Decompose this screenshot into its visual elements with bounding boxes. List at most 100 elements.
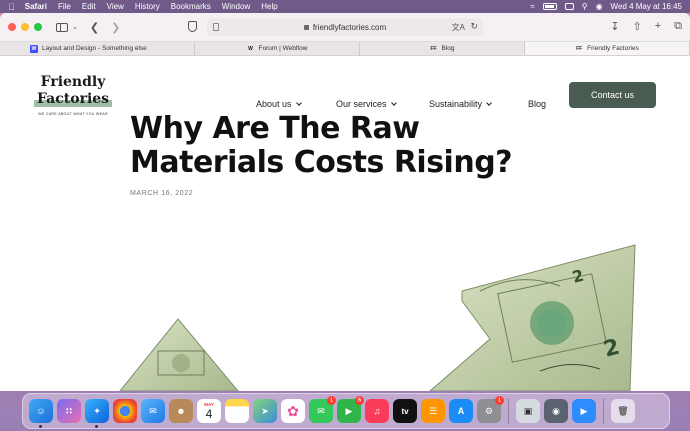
privacy-shield-icon[interactable] bbox=[188, 21, 197, 32]
apple-tv-icon[interactable]: tv bbox=[393, 399, 417, 423]
tab-label: Forum | Webflow bbox=[258, 45, 308, 52]
wifi-icon[interactable]: ≈ bbox=[530, 2, 534, 11]
nav-blog[interactable]: Blog bbox=[528, 99, 546, 109]
apple-icon[interactable]:  bbox=[8, 2, 15, 12]
running-indicator bbox=[39, 425, 42, 428]
contact-us-button[interactable]: Contact us bbox=[569, 82, 656, 108]
nav-label: Our services bbox=[336, 99, 387, 109]
calendar-icon[interactable]: MAY 4 bbox=[197, 399, 221, 423]
control-center-icon[interactable] bbox=[564, 3, 574, 10]
search-icon[interactable]: ⚲ bbox=[582, 2, 588, 11]
tab-friendly-factories[interactable]: FF Friendly Factories bbox=[525, 42, 690, 55]
nav-about-us[interactable]: About us bbox=[256, 99, 302, 109]
running-indicator bbox=[95, 425, 98, 428]
chevron-down-icon bbox=[295, 99, 302, 106]
menu-edit[interactable]: Edit bbox=[82, 2, 96, 11]
close-window-button[interactable] bbox=[8, 23, 16, 31]
minimize-window-button[interactable] bbox=[21, 23, 29, 31]
menu-window[interactable]: Window bbox=[222, 2, 250, 11]
lock-icon bbox=[303, 24, 309, 30]
ff-favicon-icon: FF bbox=[430, 45, 437, 52]
tab-forum-webflow[interactable]: W Forum | Webflow bbox=[195, 42, 360, 55]
trash-icon[interactable]: 🗑 bbox=[611, 399, 635, 423]
maps-icon[interactable]: ➤ bbox=[253, 399, 277, 423]
nav-sustainability[interactable]: Sustainability bbox=[429, 99, 492, 109]
chevron-down-icon bbox=[486, 99, 492, 106]
notification-badge: 1 bbox=[495, 396, 504, 405]
browser-toolbar: ⌄ ❮ ❯ friendlyfactories.com 文A ↻ ↧ ⇧ + ⧉ bbox=[0, 13, 690, 42]
zoom-icon[interactable]: ▶ bbox=[572, 399, 596, 423]
messages-icon[interactable]: ✉ 1 bbox=[309, 396, 336, 423]
menu-app-name[interactable]: Safari bbox=[25, 2, 47, 11]
tab-overview-icon[interactable]: ⧉ bbox=[674, 20, 682, 33]
preview-icon[interactable]: ▣ bbox=[516, 399, 540, 423]
logo-line-2: Factories bbox=[34, 92, 113, 107]
page-menu-icon[interactable] bbox=[213, 23, 219, 31]
back-button[interactable]: ❮ bbox=[90, 21, 99, 34]
forward-button[interactable]: ❯ bbox=[111, 21, 120, 34]
web-page: Friendly Factories WE CARE ABOUT WHAT YO… bbox=[0, 56, 690, 391]
tab-label: Friendly Factories bbox=[587, 45, 639, 52]
calendar-day: 4 bbox=[205, 406, 213, 421]
notification-badge: 1 bbox=[327, 396, 336, 405]
facetime-icon[interactable]: ▶ 6 bbox=[337, 396, 364, 423]
chrome-icon[interactable] bbox=[113, 399, 137, 423]
translate-icon[interactable]: 文A bbox=[452, 22, 465, 33]
system-preferences-icon[interactable]: ⚙ 1 bbox=[477, 396, 504, 423]
music-icon[interactable]: ♫ bbox=[365, 399, 389, 423]
reload-icon[interactable]: ↻ bbox=[470, 21, 478, 32]
url-text[interactable]: friendlyfactories.com bbox=[313, 23, 386, 32]
tab-blog[interactable]: FF Blog bbox=[360, 42, 525, 55]
safari-icon[interactable]: ✦ bbox=[85, 399, 109, 428]
sidebar-toggle-icon[interactable] bbox=[56, 22, 68, 32]
post-title: Why Are The Raw Materials Costs Rising? bbox=[130, 111, 513, 180]
tab-layout-design[interactable]: W Layout and Design - Something else bbox=[0, 42, 195, 55]
siri-icon[interactable]: ◉ bbox=[596, 2, 603, 11]
menu-file[interactable]: File bbox=[58, 2, 71, 11]
menu-clock[interactable]: Wed 4 May at 16:45 bbox=[611, 2, 682, 11]
post-date: MARCH 16, 2022 bbox=[130, 190, 194, 197]
notes-icon[interactable] bbox=[225, 399, 249, 423]
notification-badge: 6 bbox=[355, 396, 364, 405]
books-icon[interactable]: ☰ bbox=[421, 399, 445, 423]
dock-separator bbox=[508, 398, 509, 424]
finder-icon[interactable]: ☺ bbox=[29, 399, 53, 428]
mail-icon[interactable]: ✉ bbox=[141, 399, 165, 423]
ff-favicon-icon: FF bbox=[576, 45, 583, 52]
tab-label: Layout and Design - Something else bbox=[42, 45, 147, 52]
window-controls bbox=[8, 23, 42, 31]
screenshot-icon[interactable]: ◉ bbox=[544, 399, 568, 423]
launchpad-icon[interactable]: ∷ bbox=[57, 399, 81, 423]
menu-help[interactable]: Help bbox=[261, 2, 277, 11]
logo-tagline: WE CARE ABOUT WHAT YOU WEAR bbox=[38, 112, 108, 116]
photos-icon[interactable]: ✿ bbox=[281, 399, 305, 423]
site-logo[interactable]: Friendly Factories WE CARE ABOUT WHAT YO… bbox=[34, 75, 113, 116]
nav-label: About us bbox=[256, 99, 292, 109]
zoom-window-button[interactable] bbox=[34, 23, 42, 31]
contacts-icon[interactable]: ☻ bbox=[169, 399, 193, 423]
app-store-icon[interactable]: A bbox=[449, 399, 473, 423]
menu-history[interactable]: History bbox=[135, 2, 160, 11]
address-bar[interactable]: friendlyfactories.com 文A ↻ bbox=[207, 18, 483, 36]
nav-our-services[interactable]: Our services bbox=[336, 99, 397, 109]
dock-separator bbox=[603, 398, 604, 424]
tv-label: tv bbox=[401, 406, 409, 416]
new-tab-button[interactable]: + bbox=[655, 20, 661, 33]
webflow-favicon-icon: W bbox=[248, 45, 253, 52]
tab-bar: W Layout and Design - Something else W F… bbox=[0, 42, 690, 56]
webflow-favicon-icon: W bbox=[30, 44, 38, 53]
macos-dock: ☺ ∷ ✦ ✉ ☻ MAY 4 ➤ ✿ ✉ 1 ▶ 6 ♫ tv ☰ A ⚙ 1 ▣ … bbox=[22, 393, 670, 429]
chevron-down-icon bbox=[390, 99, 397, 106]
downloads-icon[interactable]: ↧ bbox=[610, 20, 619, 33]
menu-view[interactable]: View bbox=[107, 2, 124, 11]
battery-icon[interactable] bbox=[542, 3, 557, 10]
hero-image-money-arrow: 2 2 bbox=[119, 244, 636, 391]
macos-menu-bar:  Safari File Edit View History Bookmark… bbox=[0, 0, 690, 13]
share-icon[interactable]: ⇧ bbox=[632, 20, 641, 33]
chevron-down-icon[interactable]: ⌄ bbox=[72, 23, 78, 31]
menu-bookmarks[interactable]: Bookmarks bbox=[171, 2, 211, 11]
safari-window: ⌄ ❮ ❯ friendlyfactories.com 文A ↻ ↧ ⇧ + ⧉… bbox=[0, 13, 690, 391]
tab-label: Blog bbox=[441, 45, 455, 52]
toolbar-right: ↧ ⇧ + ⧉ bbox=[610, 20, 682, 33]
nav-label: Sustainability bbox=[429, 99, 483, 109]
